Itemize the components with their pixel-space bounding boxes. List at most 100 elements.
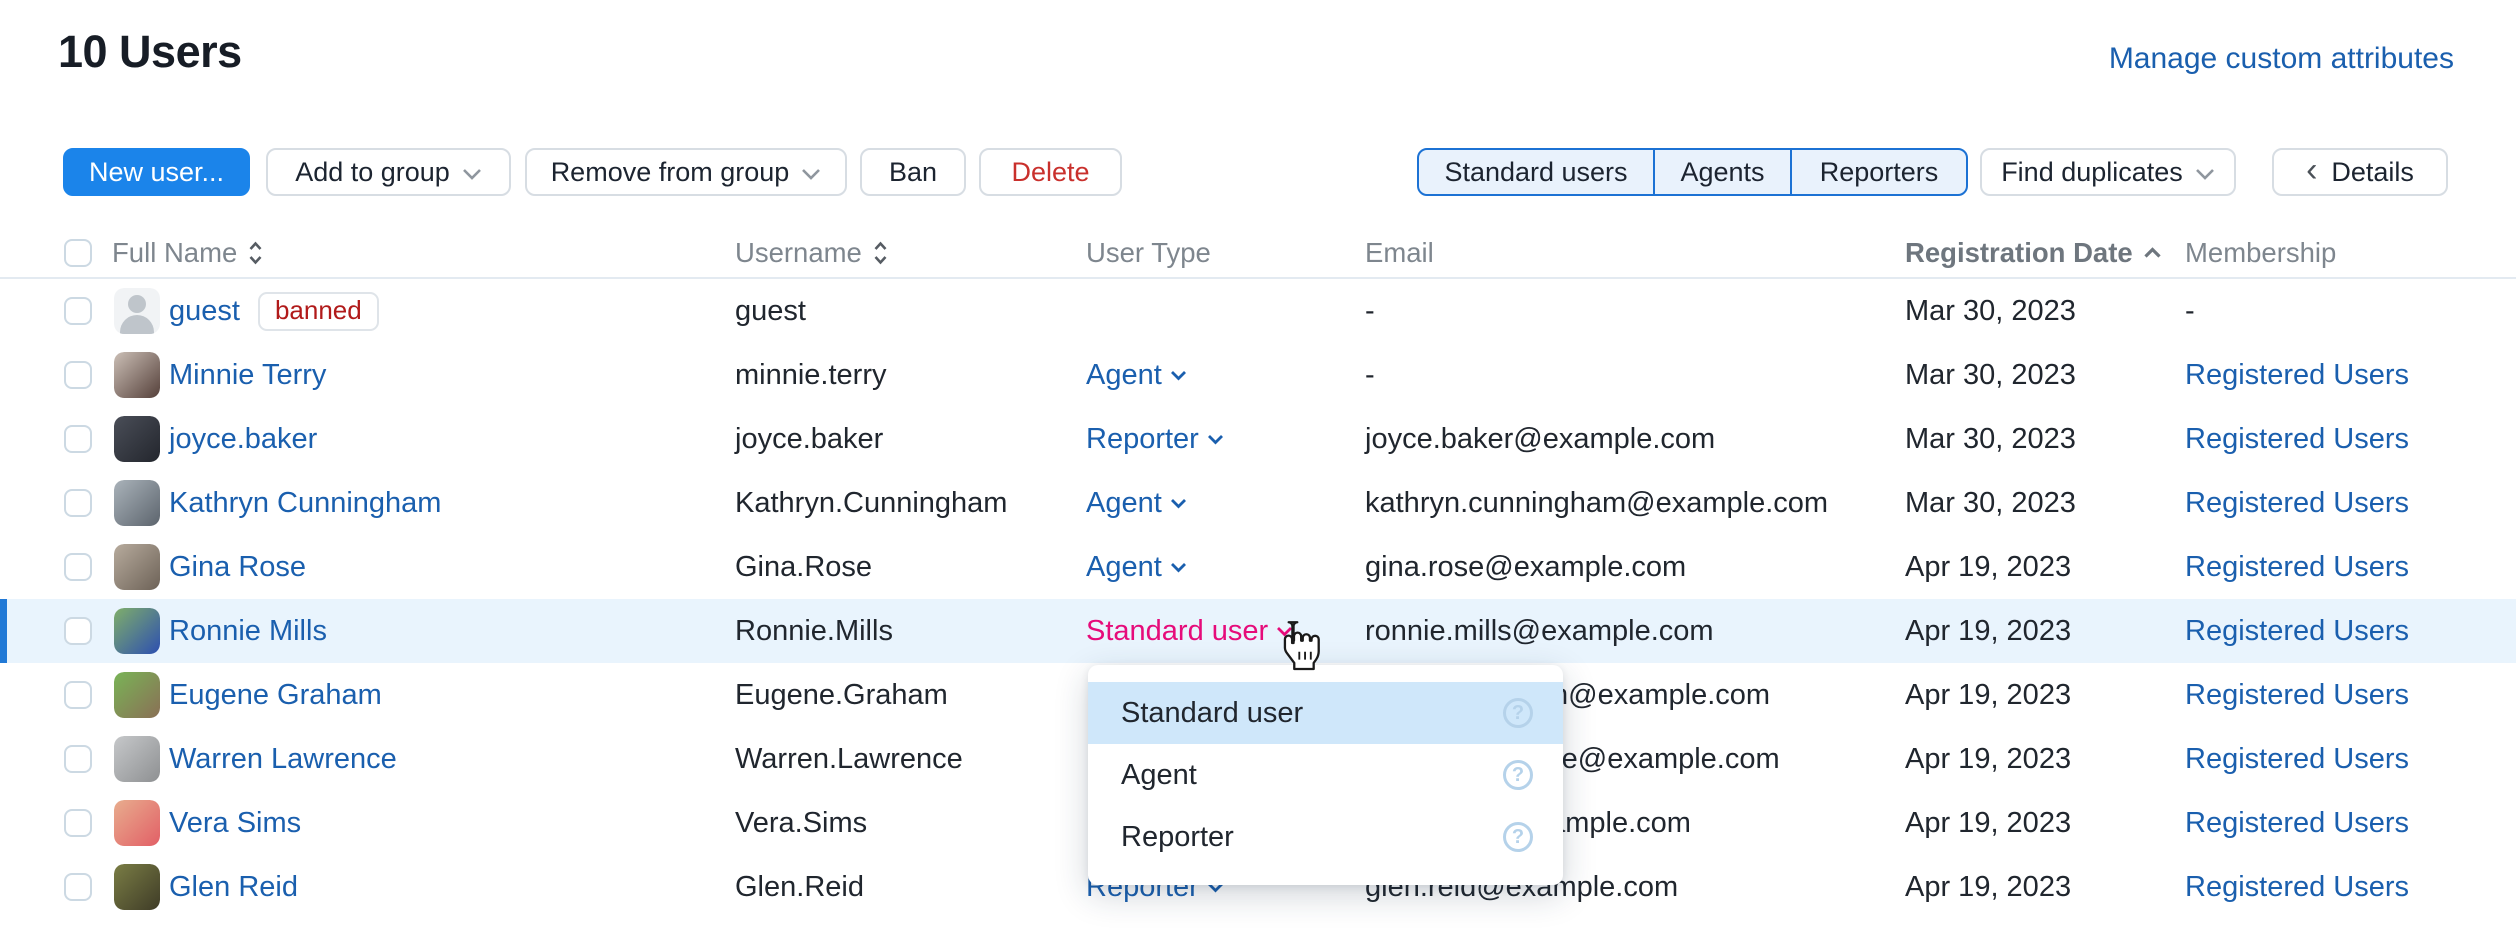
row-checkbox[interactable] (64, 617, 92, 645)
registration-date-cell: Apr 19, 2023 (1905, 727, 2071, 791)
username-cell: minnie.terry (735, 343, 887, 407)
delete-button[interactable]: Delete (979, 148, 1122, 196)
user-type-dropdown-trigger[interactable]: Reporter (1086, 423, 1224, 456)
page-title: 10 Users (58, 26, 242, 78)
column-header-user-type: User Type (1086, 228, 1211, 277)
remove-from-group-button[interactable]: Remove from group (525, 148, 847, 196)
row-checkbox[interactable] (64, 873, 92, 901)
dropdown-item-label: Agent (1121, 759, 1197, 792)
row-checkbox[interactable] (64, 681, 92, 709)
full-name-link[interactable]: guest (169, 295, 240, 328)
membership-link[interactable]: Registered Users (2185, 343, 2409, 407)
add-to-group-button[interactable]: Add to group (266, 148, 511, 196)
email-cell: joyce.baker@example.com (1365, 407, 1715, 471)
user-type-filter-segmented-control: Standard users Agents Reporters (1417, 148, 1968, 196)
user-type-dropdown-trigger[interactable]: Agent (1086, 551, 1187, 584)
full-name-link[interactable]: Eugene Graham (169, 679, 382, 712)
username-cell: Kathryn.Cunningham (735, 471, 1007, 535)
user-type-label: Agent (1086, 551, 1162, 584)
details-label: Details (2331, 157, 2414, 188)
registration-date-cell: Apr 19, 2023 (1905, 791, 2071, 855)
help-icon[interactable]: ? (1503, 698, 1533, 728)
filter-agents[interactable]: Agents (1653, 150, 1790, 194)
table-row: Ronnie Mills Ronnie.Mills Standard user … (0, 599, 2516, 663)
avatar (114, 480, 160, 526)
membership-link[interactable]: Registered Users (2185, 407, 2409, 471)
row-checkbox[interactable] (64, 809, 92, 837)
user-type-dropdown-trigger[interactable]: Agent (1086, 487, 1187, 520)
user-type-label: Agent (1086, 359, 1162, 392)
sort-asc-icon (2143, 247, 2162, 259)
row-checkbox[interactable] (64, 297, 92, 325)
membership-link[interactable]: Registered Users (2185, 663, 2409, 727)
remove-from-group-label: Remove from group (551, 157, 790, 188)
column-label: Registration Date (1905, 237, 2133, 269)
row-checkbox[interactable] (64, 553, 92, 581)
chevron-down-icon (1276, 626, 1293, 637)
find-duplicates-label: Find duplicates (2001, 157, 2183, 188)
user-type-label: Standard user (1086, 615, 1268, 648)
manage-custom-attributes-link[interactable]: Manage custom attributes (2109, 42, 2454, 76)
find-duplicates-button[interactable]: Find duplicates (1980, 148, 2236, 196)
column-header-username[interactable]: Username (735, 228, 889, 277)
column-label: Membership (2185, 237, 2336, 269)
full-name-link[interactable]: Minnie Terry (169, 359, 326, 392)
membership-link[interactable]: Registered Users (2185, 727, 2409, 791)
full-name-link[interactable]: Glen Reid (169, 871, 298, 904)
registration-date-cell: Apr 19, 2023 (1905, 599, 2071, 663)
membership-link[interactable]: Registered Users (2185, 855, 2409, 919)
user-type-dropdown-trigger[interactable]: Agent (1086, 359, 1187, 392)
column-label: Full Name (112, 237, 237, 269)
row-checkbox[interactable] (64, 361, 92, 389)
users-admin-page: 10 Users Manage custom attributes New us… (0, 0, 2516, 944)
details-button[interactable]: ‹ Details (2272, 148, 2448, 196)
table-row: Gina Rose Gina.Rose Agent gina.rose@exam… (0, 535, 2516, 599)
avatar (114, 736, 160, 782)
membership-link[interactable]: Registered Users (2185, 599, 2409, 663)
dropdown-item[interactable]: Standard user ? (1088, 682, 1563, 744)
full-name-link[interactable]: Kathryn Cunningham (169, 487, 441, 520)
user-type-label: Reporter (1086, 423, 1199, 456)
row-checkbox[interactable] (64, 489, 92, 517)
column-header-registration-date[interactable]: Registration Date (1905, 228, 2162, 277)
filter-standard-users[interactable]: Standard users (1419, 150, 1653, 194)
avatar (114, 352, 160, 398)
username-cell: Eugene.Graham (735, 663, 948, 727)
filter-reporters[interactable]: Reporters (1790, 150, 1966, 194)
full-name-link[interactable]: Vera Sims (169, 807, 301, 840)
username-cell: Gina.Rose (735, 535, 872, 599)
chevron-down-icon (1170, 498, 1187, 509)
sort-both-icon (872, 239, 889, 267)
email-cell: kathryn.cunningham@example.com (1365, 471, 1828, 535)
membership-link[interactable]: Registered Users (2185, 791, 2409, 855)
sort-both-icon (247, 239, 264, 267)
avatar (114, 544, 160, 590)
row-checkbox[interactable] (64, 745, 92, 773)
column-header-full-name[interactable]: Full Name (112, 228, 264, 277)
avatar (114, 416, 160, 462)
chevron-down-icon (1170, 562, 1187, 573)
user-type-dropdown-trigger[interactable]: Standard user (1086, 615, 1293, 648)
membership-link[interactable]: Registered Users (2185, 535, 2409, 599)
table-row: joyce.baker joyce.baker Reporter joyce.b… (0, 407, 2516, 471)
banned-badge: banned (258, 292, 379, 331)
dropdown-item[interactable]: Agent ? (1088, 744, 1563, 806)
full-name-link[interactable]: Gina Rose (169, 551, 306, 584)
help-icon[interactable]: ? (1503, 822, 1533, 852)
full-name-link[interactable]: Warren Lawrence (169, 743, 397, 776)
delete-label: Delete (1011, 157, 1089, 188)
full-name-link[interactable]: Ronnie Mills (169, 615, 327, 648)
membership-link[interactable]: Registered Users (2185, 471, 2409, 535)
ban-button[interactable]: Ban (860, 148, 966, 196)
full-name-link[interactable]: joyce.baker (169, 423, 317, 456)
chevron-down-icon (2195, 168, 2215, 180)
table-row: Kathryn Cunningham Kathryn.Cunningham Ag… (0, 471, 2516, 535)
dropdown-item[interactable]: Reporter ? (1088, 806, 1563, 868)
select-all-checkbox[interactable] (64, 239, 92, 267)
avatar (114, 800, 160, 846)
row-checkbox[interactable] (64, 425, 92, 453)
avatar (114, 672, 160, 718)
dropdown-item-label: Standard user (1121, 697, 1303, 730)
new-user-button[interactable]: New user... (63, 148, 250, 196)
help-icon[interactable]: ? (1503, 760, 1533, 790)
